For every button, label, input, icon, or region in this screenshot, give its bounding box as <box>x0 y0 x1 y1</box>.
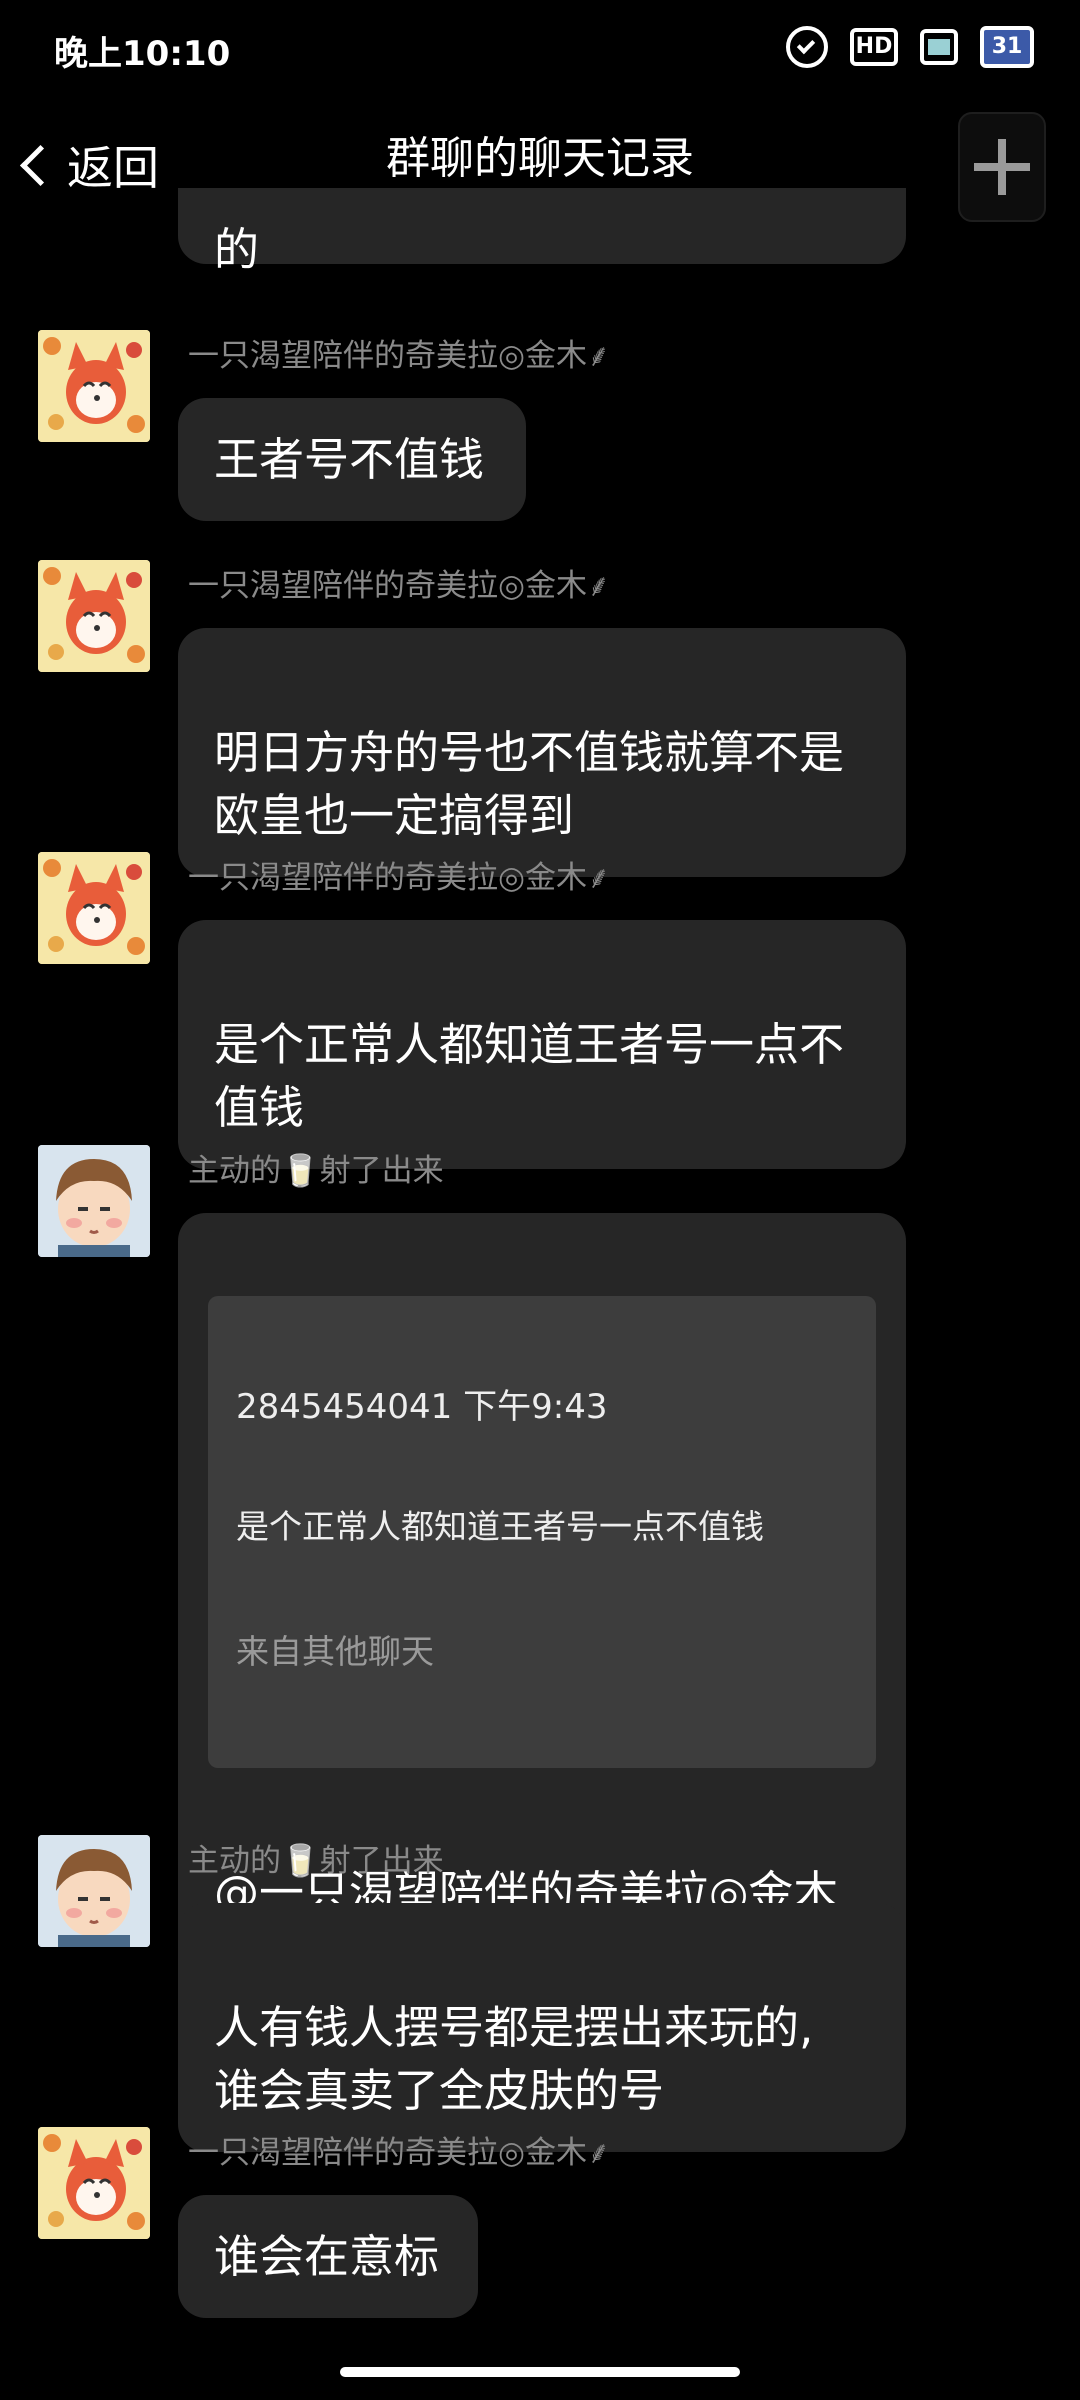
message-bubble[interactable]: 谁会在意标 <box>178 2195 478 2318</box>
status-icons: HD 31 <box>786 26 1034 68</box>
sender-name: 主动的🥛射了出来 <box>188 1153 444 1189</box>
alarm-icon <box>786 26 828 68</box>
message-bubble[interactable]: 王者号不值钱 <box>178 398 526 521</box>
message-text: 王者号不值钱 <box>214 433 485 486</box>
status-bar: 晚上10:10 HD 31 <box>0 0 1080 100</box>
quote-text: 是个正常人都知道王者号一点不值钱 <box>236 1507 764 1546</box>
avatar[interactable] <box>38 330 150 442</box>
message-item: 主动的🥛射了出来 2845454041 下午9:43 是个正常人都知道王者号一点… <box>0 1145 1080 2143</box>
battery-icon <box>920 29 958 65</box>
message-text: 明日方舟的号也不值钱就算不是 欧皇也一定搞得到 <box>214 726 845 842</box>
message-item: 一只渴望陪伴的奇美拉◎金木⸙ 王者号不值钱 <box>0 330 1080 521</box>
message-bubble[interactable]: 是个正常人都知道王者号一点不 值钱 <box>178 920 906 1169</box>
quoted-message[interactable]: 2845454041 下午9:43 是个正常人都知道王者号一点不值钱 来自其他聊… <box>208 1296 876 1768</box>
message-bubble[interactable]: 的 <box>178 188 906 276</box>
message-text: 谁会在意标 <box>214 2230 440 2283</box>
message-item: 一只渴望陪伴的奇美拉◎金木⸙ 是个正常人都知道王者号一点不 值钱 <box>0 852 1080 1169</box>
avatar[interactable] <box>38 852 150 964</box>
avatar[interactable] <box>38 1835 150 1947</box>
calendar-icon: 31 <box>980 26 1034 68</box>
message-item: 的 <box>0 188 1080 278</box>
sender-name: 一只渴望陪伴的奇美拉◎金木⸙ <box>188 860 611 896</box>
avatar[interactable] <box>38 2127 150 2239</box>
message-text: 人有钱人摆号都是摆出来玩的, 谁会真卖了全皮肤的号 <box>214 2001 814 2117</box>
quote-source: 来自其他聊天 <box>236 1632 434 1671</box>
sender-name: 一只渴望陪伴的奇美拉◎金木⸙ <box>188 338 611 374</box>
message-bubble[interactable]: 人有钱人摆号都是摆出来玩的, 谁会真卖了全皮肤的号 <box>178 1903 906 2152</box>
hd-signal-icon: HD <box>850 28 898 66</box>
message-item: 一只渴望陪伴的奇美拉◎金木⸙ 明日方舟的号也不值钱就算不是 欧皇也一定搞得到 <box>0 560 1080 877</box>
message-bubble[interactable]: 明日方舟的号也不值钱就算不是 欧皇也一定搞得到 <box>178 628 906 877</box>
message-item: 一只渴望陪伴的奇美拉◎金木⸙ 谁会在意标 <box>0 2127 1080 2318</box>
message-item: 主动的🥛射了出来 人有钱人摆号都是摆出来玩的, 谁会真卖了全皮肤的号 <box>0 1835 1080 2152</box>
avatar[interactable] <box>38 560 150 672</box>
avatar[interactable] <box>38 1145 150 1257</box>
sender-name: 主动的🥛射了出来 <box>188 1843 444 1879</box>
message-text: 的 <box>214 223 260 276</box>
sender-name: 一只渴望陪伴的奇美拉◎金木⸙ <box>188 2135 611 2171</box>
home-indicator[interactable] <box>340 2367 740 2377</box>
quote-header: 2845454041 下午9:43 <box>236 1387 608 1427</box>
status-time: 晚上10:10 <box>54 34 231 74</box>
message-text: 是个正常人都知道王者号一点不 值钱 <box>214 1018 845 1134</box>
page-title: 群聊的聊天记录 <box>386 133 694 184</box>
plus-icon <box>974 139 1030 195</box>
sender-name: 一只渴望陪伴的奇美拉◎金木⸙ <box>188 568 611 604</box>
